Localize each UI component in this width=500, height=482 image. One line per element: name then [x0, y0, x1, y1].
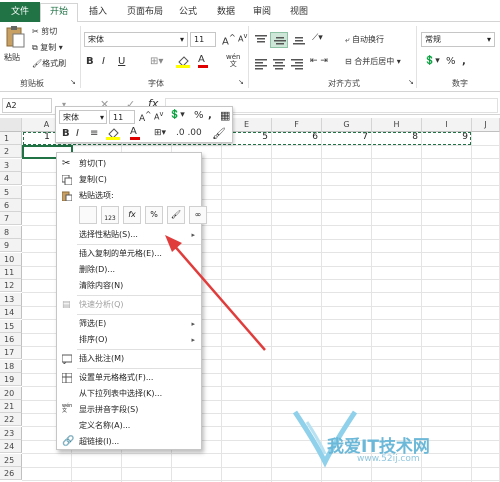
watermark-url: www.52ij.com — [357, 454, 420, 464]
watermark-logo: 我爱IT技术网 www.52ij.com — [285, 402, 495, 482]
